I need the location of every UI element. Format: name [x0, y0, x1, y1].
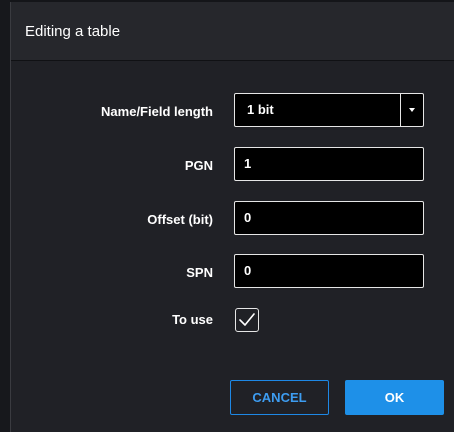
dialog-header: Editing a table	[11, 2, 454, 61]
spn-input[interactable]: 0	[234, 254, 424, 288]
pgn-label: PGN	[184, 158, 213, 173]
background-edge	[0, 0, 10, 432]
row-name-field-length: Name/Field length 1 bit	[11, 93, 454, 131]
pgn-input[interactable]: 1	[234, 147, 424, 181]
row-to-use: To use	[11, 301, 454, 339]
name-field-length-value[interactable]: 1 bit	[234, 93, 401, 127]
to-use-label: To use	[172, 312, 213, 327]
caret-down-icon	[409, 108, 415, 112]
page: Editing a table Name/Field length 1 bit …	[0, 0, 454, 432]
name-field-length-select[interactable]: 1 bit	[234, 93, 424, 127]
row-offset-bit: Offset (bit) 0	[11, 201, 454, 239]
ok-button[interactable]: OK	[345, 380, 444, 415]
row-pgn: PGN 1	[11, 147, 454, 185]
checkmark-icon	[239, 313, 255, 326]
spn-label: SPN	[186, 265, 213, 280]
cancel-button[interactable]: CANCEL	[230, 380, 329, 415]
dialog-title: Editing a table	[25, 22, 121, 40]
edit-table-dialog: Editing a table Name/Field length 1 bit …	[10, 2, 454, 432]
name-field-length-label: Name/Field length	[101, 104, 213, 119]
offset-bit-label: Offset (bit)	[147, 212, 213, 227]
offset-bit-input[interactable]: 0	[234, 201, 424, 235]
row-spn: SPN 0	[11, 254, 454, 292]
to-use-checkbox[interactable]	[235, 308, 259, 332]
dropdown-toggle-button[interactable]	[400, 93, 424, 127]
